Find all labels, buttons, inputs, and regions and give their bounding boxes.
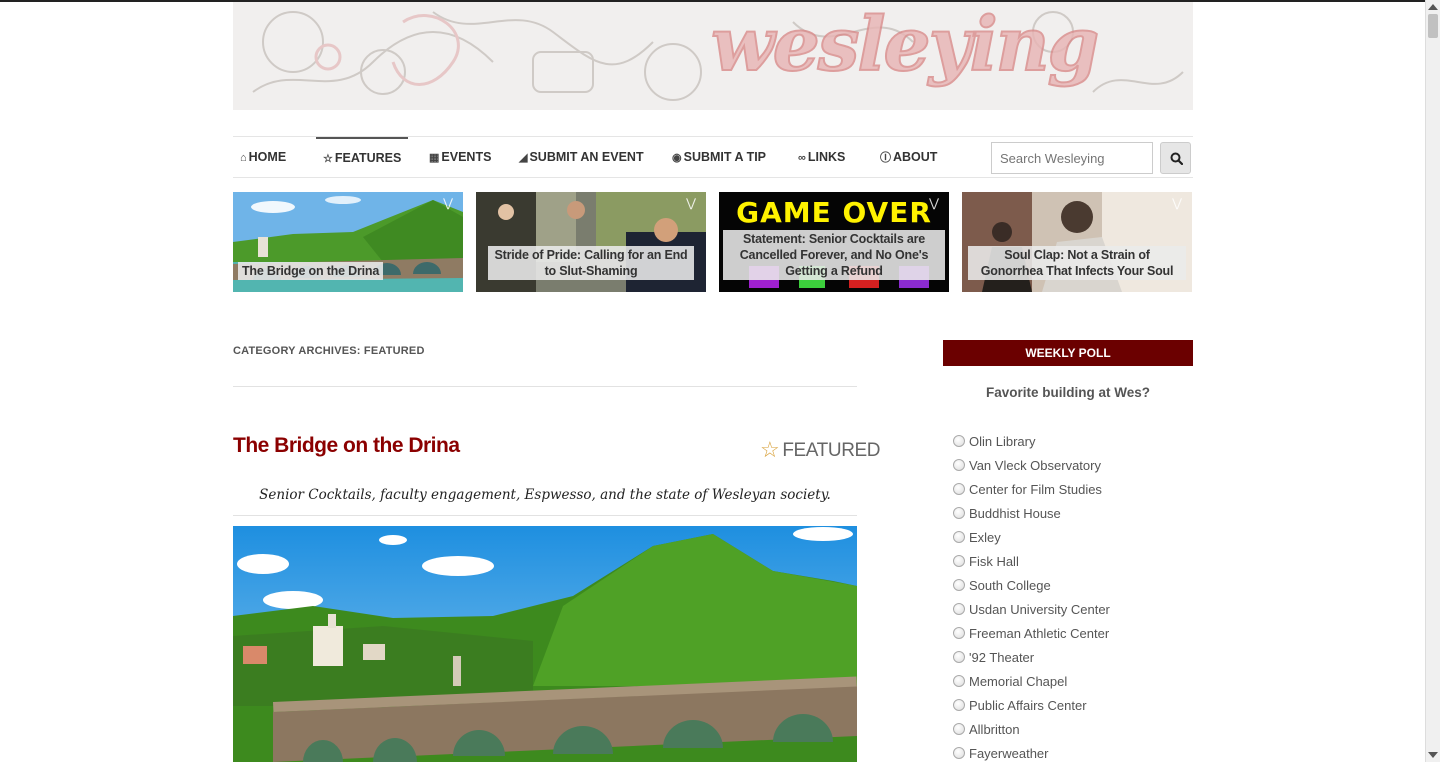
site-logo-wordmark: wesleying	[710, 2, 1100, 89]
chevron-down-icon: ⋁	[929, 196, 939, 210]
radio-button[interactable]	[953, 627, 965, 639]
search-icon	[1170, 152, 1183, 165]
archive-title: CATEGORY ARCHIVES: FEATURED	[233, 345, 425, 357]
post-category-link[interactable]: ☆ FEATURED	[760, 436, 881, 462]
nav-submit-tip[interactable]: ◉ SUBMIT A TIP	[672, 137, 766, 177]
featured-slide-1[interactable]: The Bridge on the Drina ⋁	[233, 192, 463, 292]
radio-button[interactable]	[953, 435, 965, 447]
poll-option-label: Allbritton	[969, 722, 1020, 737]
nav-features[interactable]: ☆ FEATURES	[316, 137, 409, 177]
poll-option-label: Exley	[969, 530, 1001, 545]
nav-submit-event-label: SUBMIT AN EVENT	[529, 150, 644, 164]
star-icon: ☆	[323, 153, 333, 165]
poll-option[interactable]: Usdan University Center	[953, 600, 1193, 624]
nav-links-label: LINKS	[807, 150, 846, 164]
poll-option[interactable]: Public Affairs Center	[953, 696, 1193, 720]
poll-option-label: Center for Film Studies	[969, 482, 1102, 497]
poll-question: Favorite building at Wes?	[985, 385, 1151, 400]
slide-1-caption: The Bridge on the Drina	[238, 262, 384, 280]
poll-option[interactable]: Van Vleck Observatory	[953, 456, 1193, 480]
nav-events[interactable]: ▦ EVENTS	[429, 137, 491, 177]
nav-features-label: FEATURES	[334, 151, 402, 165]
nav-events-label: EVENTS	[441, 150, 492, 164]
poll-options: Olin Library Van Vleck Observatory Cente…	[953, 432, 1193, 762]
featured-slide-2[interactable]: Stride of Pride: Calling for an End to S…	[476, 192, 706, 292]
chevron-down-icon: ⋁	[1172, 196, 1182, 210]
link-icon: ∞	[798, 152, 806, 164]
slide-4-caption: Soul Clap: Not a Strain of Gonorrhea Tha…	[968, 246, 1186, 280]
calendar-icon: ▦	[429, 152, 440, 164]
vertical-scrollbar[interactable]	[1425, 0, 1440, 762]
poll-option[interactable]: Center for Film Studies	[953, 480, 1193, 504]
poll-option-label: Olin Library	[969, 434, 1036, 449]
radio-button[interactable]	[953, 747, 965, 759]
star-icon: ☆	[760, 437, 780, 462]
poll-option[interactable]: Fayerweather	[953, 744, 1193, 762]
bullhorn-icon: ◢	[519, 152, 528, 164]
eye-icon: ◉	[672, 152, 682, 164]
nav-submit-event[interactable]: ◢ SUBMIT AN EVENT	[519, 137, 644, 177]
poll-option[interactable]: Olin Library	[953, 432, 1193, 456]
post-subtitle: Senior Cocktails, faculty engagement, Es…	[259, 487, 831, 503]
radio-button[interactable]	[953, 507, 965, 519]
divider	[233, 515, 857, 516]
featured-slide-4[interactable]: Soul Clap: Not a Strain of Gonorrhea Tha…	[962, 192, 1192, 292]
poll-option-label: Memorial Chapel	[969, 674, 1068, 689]
scroll-down-icon[interactable]	[1428, 752, 1438, 758]
divider	[233, 386, 857, 387]
nav-about[interactable]: ⓘ ABOUT	[880, 137, 937, 177]
slide-2-caption: Stride of Pride: Calling for an End to S…	[488, 246, 694, 280]
slide-3-caption: Statement: Senior Cocktails are Cancelle…	[723, 230, 945, 280]
nav-about-label: ABOUT	[893, 150, 938, 164]
site-banner[interactable]: wesleying	[233, 2, 1193, 110]
poll-option-label: South College	[969, 578, 1051, 593]
radio-button[interactable]	[953, 555, 965, 567]
info-icon: ⓘ	[880, 152, 891, 164]
home-icon: ⌂	[240, 152, 247, 164]
radio-button[interactable]	[953, 603, 965, 615]
search-input[interactable]	[991, 142, 1153, 174]
radio-button[interactable]	[953, 459, 965, 471]
poll-option-label: Fisk Hall	[969, 554, 1019, 569]
poll-option-label: Buddhist House	[969, 506, 1061, 521]
poll-option-label: '92 Theater	[969, 650, 1035, 665]
nav-links[interactable]: ∞ LINKS	[798, 137, 845, 177]
search-button[interactable]	[1160, 142, 1191, 174]
poll-option[interactable]: Buddhist House	[953, 504, 1193, 528]
radio-button[interactable]	[953, 579, 965, 591]
post-featured-image[interactable]	[233, 526, 857, 762]
weekly-poll-heading: WEEKLY POLL	[943, 340, 1193, 366]
slide-3-game-over-text: GAME OVER	[736, 196, 932, 229]
poll-option-label: Freeman Athletic Center	[969, 626, 1110, 641]
poll-option-label: Fayerweather	[969, 746, 1049, 761]
poll-option[interactable]: Freeman Athletic Center	[953, 624, 1193, 648]
nav-submit-tip-label: SUBMIT A TIP	[683, 150, 767, 164]
poll-option[interactable]: South College	[953, 576, 1193, 600]
featured-slide-3[interactable]: GAME OVER Statement: Senior Cocktails ar…	[719, 192, 949, 292]
bridge-landscape-image	[233, 526, 857, 762]
nav-home[interactable]: ⌂ HOME	[240, 137, 286, 177]
nav-home-label: HOME	[248, 150, 287, 164]
poll-option-label: Van Vleck Observatory	[969, 458, 1101, 473]
chevron-down-icon: ⋁	[443, 196, 453, 210]
post-category-label: FEATURED	[782, 440, 881, 461]
poll-option-label: Public Affairs Center	[969, 698, 1087, 713]
scrollbar-thumb[interactable]	[1428, 14, 1438, 38]
radio-button[interactable]	[953, 675, 965, 687]
post-title-link[interactable]: The Bridge on the Drina	[233, 434, 460, 458]
poll-option[interactable]: '92 Theater	[953, 648, 1193, 672]
radio-button[interactable]	[953, 483, 965, 495]
scroll-up-icon[interactable]	[1428, 4, 1438, 10]
poll-option-label: Usdan University Center	[969, 602, 1110, 617]
poll-option[interactable]: Fisk Hall	[953, 552, 1193, 576]
poll-option[interactable]: Allbritton	[953, 720, 1193, 744]
poll-option[interactable]: Exley	[953, 528, 1193, 552]
radio-button[interactable]	[953, 531, 965, 543]
radio-button[interactable]	[953, 651, 965, 663]
radio-button[interactable]	[953, 699, 965, 711]
chevron-down-icon: ⋁	[686, 196, 696, 210]
poll-option[interactable]: Memorial Chapel	[953, 672, 1193, 696]
radio-button[interactable]	[953, 723, 965, 735]
